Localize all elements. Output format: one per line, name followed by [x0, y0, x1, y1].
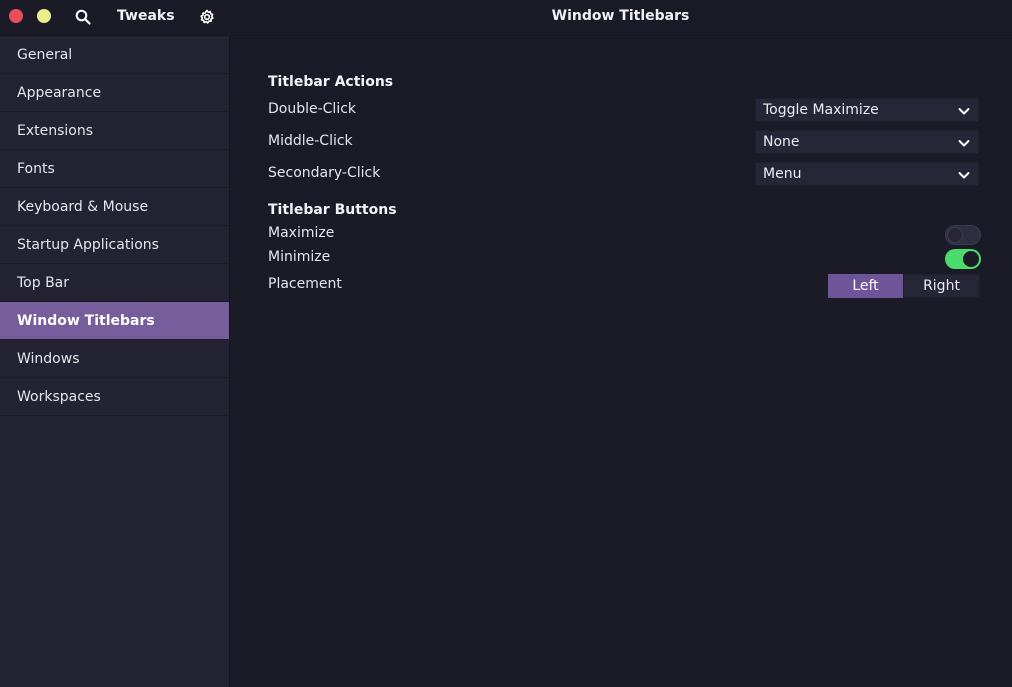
header-left: Tweaks — [0, 0, 229, 35]
maximize-switch[interactable] — [945, 225, 981, 245]
sidebar-item-keyboard-mouse[interactable]: Keyboard & Mouse — [0, 188, 229, 226]
minimize-label: Minimize — [268, 249, 331, 265]
double-click-dropdown[interactable]: Toggle Maximize — [755, 98, 979, 122]
switch-knob — [963, 251, 979, 267]
sidebar-item-extensions[interactable]: Extensions — [0, 112, 229, 150]
chevron-down-icon — [958, 108, 970, 115]
sidebar-item-window-titlebars[interactable]: Window Titlebars — [0, 302, 229, 340]
app-title: Tweaks — [117, 8, 175, 24]
double-click-label: Double-Click — [268, 101, 357, 117]
chevron-down-icon — [958, 140, 970, 147]
chevron-down-icon — [958, 172, 970, 179]
middle-click-label: Middle-Click — [268, 133, 353, 149]
minimize-switch[interactable] — [945, 249, 981, 269]
secondary-click-dropdown[interactable]: Menu — [755, 162, 979, 186]
titlebar-buttons-heading: Titlebar Buttons — [268, 202, 397, 218]
sidebar-item-workspaces[interactable]: Workspaces — [0, 378, 229, 416]
sidebar-item-startup-applications[interactable]: Startup Applications — [0, 226, 229, 264]
content-panel: Titlebar Actions Double-Click Toggle Max… — [230, 36, 1012, 687]
page-title: Window Titlebars — [551, 8, 690, 24]
sidebar-item-top-bar[interactable]: Top Bar — [0, 264, 229, 302]
placement-left-button[interactable]: Left — [828, 274, 903, 298]
titlebar-actions-heading: Titlebar Actions — [268, 74, 394, 90]
middle-click-dropdown[interactable]: None — [755, 130, 979, 154]
placement-toggle-group: Left Right — [828, 274, 980, 298]
switch-knob — [947, 227, 963, 243]
sidebar-item-appearance[interactable]: Appearance — [0, 74, 229, 112]
gear-icon[interactable] — [197, 7, 217, 27]
sidebar: General Appearance Extensions Fonts Keyb… — [0, 36, 230, 687]
secondary-click-value: Menu — [763, 166, 802, 182]
placement-right-button[interactable]: Right — [903, 274, 980, 298]
search-icon[interactable] — [73, 7, 93, 27]
secondary-click-label: Secondary-Click — [268, 165, 381, 181]
header-bar: Tweaks Window Titlebars — [0, 0, 1012, 36]
sidebar-item-windows[interactable]: Windows — [0, 340, 229, 378]
sidebar-item-general[interactable]: General — [0, 36, 229, 74]
minimize-window-button[interactable] — [37, 9, 51, 23]
double-click-value: Toggle Maximize — [763, 102, 879, 118]
placement-label: Placement — [268, 276, 342, 292]
maximize-label: Maximize — [268, 225, 335, 241]
close-window-button[interactable] — [9, 9, 23, 23]
middle-click-value: None — [763, 134, 800, 150]
sidebar-item-fonts[interactable]: Fonts — [0, 150, 229, 188]
tweaks-window: Tweaks Window Titlebars General Appearan… — [0, 0, 1012, 687]
